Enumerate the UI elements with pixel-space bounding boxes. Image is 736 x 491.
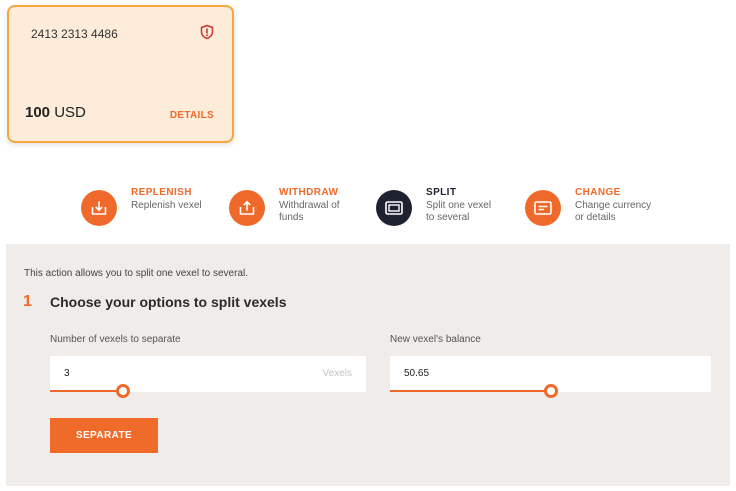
card-number: 2413 2313 4486 — [31, 27, 118, 41]
split-cards-icon — [376, 190, 412, 226]
withdraw-desc-2: funds — [279, 212, 304, 223]
change-title: CHANGE — [575, 187, 621, 198]
vexel-count-label: Number of vexels to separate — [50, 334, 181, 345]
balance-currency: USD — [54, 104, 86, 121]
vexel-count-unit: Vexels — [322, 368, 352, 379]
split-desc-2: to several — [426, 212, 470, 223]
edit-card-icon — [525, 190, 561, 226]
replenish-action[interactable]: REPLENISH Replenish vexel — [81, 187, 202, 226]
vexel-balance-field[interactable]: 50.65 — [390, 356, 711, 398]
vexel-balance-label: New vexel's balance — [390, 334, 481, 345]
vexel-count-slider-knob[interactable] — [116, 384, 130, 398]
shield-alert-icon[interactable] — [199, 24, 215, 40]
vexel-balance-value[interactable]: 50.65 — [404, 368, 429, 379]
split-desc-1: Split one vexel — [426, 200, 492, 211]
replenish-desc: Replenish vexel — [131, 200, 202, 211]
change-action[interactable]: CHANGE Change currency or details — [525, 187, 651, 226]
withdraw-desc-1: Withdrawal of — [279, 200, 340, 211]
vexel-count-value[interactable]: 3 — [64, 368, 70, 379]
download-tray-icon — [81, 190, 117, 226]
split-panel: This action allows you to split one vexe… — [6, 244, 730, 486]
details-link[interactable]: DETAILS — [170, 110, 214, 121]
card-balance: 100 USD — [25, 104, 86, 121]
withdraw-action[interactable]: WITHDRAW Withdrawal of funds — [229, 187, 340, 226]
vexel-balance-slider-knob[interactable] — [544, 384, 558, 398]
vexel-balance-slider-fill — [390, 390, 551, 392]
vexel-count-field[interactable]: 3 Vexels — [50, 356, 366, 398]
separate-button[interactable]: SEPARATE — [50, 418, 158, 453]
split-action[interactable]: SPLIT Split one vexel to several — [376, 187, 491, 226]
step-number: 1 — [23, 293, 32, 310]
replenish-title: REPLENISH — [131, 187, 192, 198]
change-desc-2: or details — [575, 212, 616, 223]
step-title: Choose your options to split vexels — [50, 294, 287, 310]
action-bar: REPLENISH Replenish vexel WITHDRAW Withd… — [0, 187, 736, 237]
upload-tray-icon — [229, 190, 265, 226]
split-title: SPLIT — [426, 187, 457, 198]
balance-amount: 100 — [25, 104, 51, 121]
change-desc-1: Change currency — [575, 200, 652, 211]
split-intro-text: This action allows you to split one vexe… — [24, 268, 248, 279]
vexel-count-slider-fill — [50, 390, 123, 392]
vexel-card[interactable]: 2413 2313 4486 100 USD DETAILS — [7, 5, 234, 143]
withdraw-title: WITHDRAW — [279, 187, 339, 198]
